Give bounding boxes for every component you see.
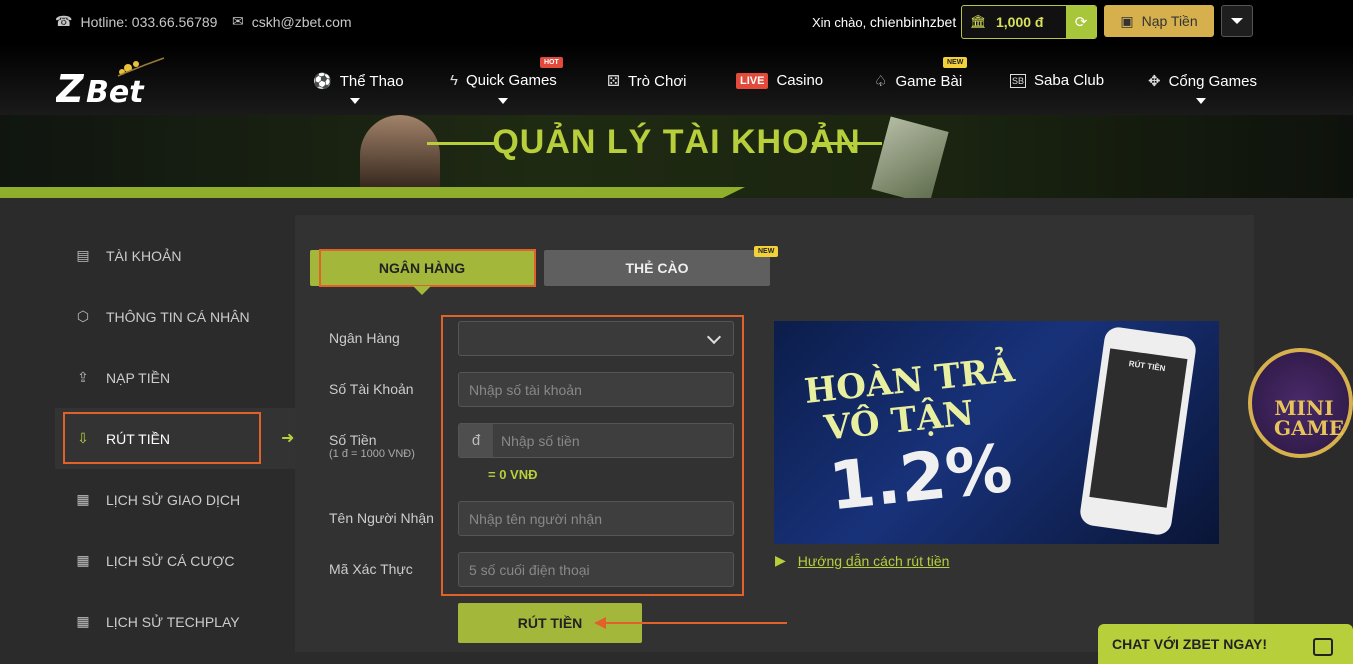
minigame-button[interactable]: MINI GAME [1248, 348, 1353, 458]
amount-label-text: Số Tiền [329, 432, 377, 448]
promo-banner: HOÀN TRẢ VÔ TẬN 1.2% RÚT TIỀN [774, 321, 1219, 544]
minigame-line2: GAME [1274, 416, 1344, 440]
nav-cong-games[interactable]: ✥ Cổng Games [1148, 72, 1257, 91]
nav-label: Game Bài [895, 72, 963, 90]
nav-label: Trò Chơi [628, 72, 687, 90]
sidebar-item-label: LỊCH SỬ GIAO DỊCH [106, 491, 241, 508]
highlight-box [63, 412, 261, 464]
phone-image: RÚT TIỀN [1078, 325, 1198, 537]
calendar-icon: ▦ [76, 552, 90, 568]
sidebar-item-lich-su-giao-dich[interactable]: ▦ LỊCH SỬ GIAO DỊCH [55, 469, 295, 530]
phone-icon: ☎ [55, 13, 73, 29]
sidebar-item-label: LỊCH SỬ TECHPLAY [106, 613, 240, 630]
amount-label: Số Tiền (1 đ = 1000 VNĐ) [329, 432, 415, 460]
nav-label: Saba Club [1034, 72, 1105, 89]
profile-icon: ⬡ [76, 308, 90, 324]
nav-label: Casino [776, 72, 824, 89]
saba-icon: SB [1010, 73, 1027, 88]
hotline-text: Hotline: 033.66.56789 [80, 13, 218, 30]
nav-label: Quick Games [465, 72, 557, 89]
chat-label: CHAT VỚI ZBET NGAY! [1112, 636, 1268, 652]
sidebar-item-label: THÔNG TIN CÁ NHÂN [106, 308, 250, 325]
receiver-label: Tên Người Nhận [329, 510, 434, 526]
sidebar-item-nap-tien[interactable]: ⇪ NẠP TIỀN [55, 347, 295, 408]
sidebar-item-lich-su-ca-cuoc[interactable]: ▦ LỊCH SỬ CÁ CƯỢC [55, 530, 295, 591]
bank-icon: 🏛 [970, 14, 987, 29]
calendar-icon: ▦ [76, 491, 90, 507]
sidebar-item-label: NẠP TIỀN [106, 369, 171, 386]
nav-saba-club[interactable]: SB Saba Club [1010, 72, 1104, 89]
account-icon: ▤ [76, 247, 90, 263]
lightning-icon: ϟ [450, 72, 458, 89]
sidebar-item-tai-khoan[interactable]: ▤ TÀI KHOẢN [55, 225, 295, 286]
highlight-box [319, 249, 536, 287]
new-badge: NEW [754, 246, 779, 257]
deposit-icon: ⇪ [77, 369, 89, 385]
mail-icon: ✉ [232, 13, 244, 29]
calendar-icon: ▦ [76, 613, 90, 629]
balance-value: 1,000 đ [996, 14, 1044, 30]
live-badge: LIVE [736, 72, 769, 89]
deposit-label: Nạp Tiền [1141, 13, 1198, 29]
tab-pointer [413, 286, 431, 295]
annotation-arrow [600, 622, 787, 624]
bank-label: Ngân Hàng [329, 330, 400, 346]
nav-casino[interactable]: LIVE Casino [736, 72, 823, 89]
nav-the-thao[interactable]: ⚽ Thể Thao [313, 72, 404, 91]
greeting-text: Xin chào, [812, 15, 867, 30]
nav-label: Thể Thao [339, 72, 404, 90]
dice-icon: ⚄ [607, 73, 621, 90]
gamepad-icon: ✥ [1148, 73, 1161, 90]
sidebar-item-label: LỊCH SỬ CÁ CƯỢC [106, 552, 235, 569]
guide-link[interactable]: ▶ Hướng dẫn cách rút tiền [775, 552, 949, 569]
soccer-ball-icon: ⚽ [313, 73, 332, 90]
sidebar-item-lich-su-techplay[interactable]: ▦ LỊCH SỬ TECHPLAY [55, 591, 295, 652]
chevron-down-icon [498, 98, 508, 104]
sidebar-item-label: TÀI KHOẢN [106, 247, 182, 264]
phone-screen: RÚT TIỀN [1089, 348, 1188, 508]
nav-quick-games[interactable]: ϟ Quick Games [450, 72, 557, 89]
tab-the-cao[interactable]: THẺ CÀO [544, 250, 770, 286]
balance-box: 🏛 1,000 đ ⟳ [961, 5, 1097, 39]
chevron-down-icon [350, 98, 360, 104]
account-dropdown-button[interactable] [1221, 5, 1253, 37]
page-title: QUẢN LÝ TÀI KHOẢN [492, 123, 861, 161]
guide-link-text[interactable]: Hướng dẫn cách rút tiền [798, 553, 950, 569]
svg-text:Bet: Bet [86, 75, 145, 108]
spade-icon: ♤ [874, 73, 888, 90]
hotline: ☎ Hotline: 033.66.56789 [55, 13, 217, 30]
svg-text:Z: Z [56, 67, 85, 108]
top-bar: ☎ Hotline: 033.66.56789 ✉ cskh@zbet.com … [0, 0, 1353, 44]
new-badge: NEW [943, 57, 968, 68]
code-label: Mã Xác Thực [329, 561, 413, 577]
highlight-box [441, 315, 744, 596]
nav-label: Cổng Games [1168, 72, 1257, 90]
deposit-button[interactable]: ▣ Nạp Tiền [1104, 5, 1214, 37]
amount-note: (1 đ = 1000 VNĐ) [329, 448, 415, 460]
greeting: Xin chào, chienbinhzbet [812, 14, 956, 30]
chat-widget[interactable]: CHAT VỚI ZBET NGAY! [1098, 624, 1353, 664]
nav-tro-choi[interactable]: ⚄ Trò Chơi [607, 72, 687, 91]
arrow-left-icon [594, 617, 606, 629]
phone-title: RÚT TIỀN [1128, 359, 1167, 374]
chevron-down-icon [1196, 98, 1206, 104]
username: chienbinhzbet [869, 14, 957, 30]
zbet-logo[interactable]: Z Bet [55, 56, 166, 113]
banner-stripe [0, 187, 745, 198]
refresh-balance-button[interactable]: ⟳ [1066, 6, 1096, 38]
email: ✉ cskh@zbet.com [232, 13, 352, 30]
nav-game-bai[interactable]: ♤ Game Bài [874, 72, 963, 91]
arrow-right-icon: ➜ [281, 430, 295, 447]
email-text: cskh@zbet.com [251, 13, 352, 30]
chat-icon [1313, 638, 1333, 656]
minigame-label: MINI GAME [1274, 398, 1344, 438]
account-label: Số Tài Khoản [329, 381, 414, 397]
sidebar-item-thong-tin[interactable]: ⬡ THÔNG TIN CÁ NHÂN [55, 286, 295, 347]
hot-badge: HOT [540, 57, 563, 68]
play-icon: ▶ [775, 552, 786, 568]
wallet-icon: ▣ [1120, 12, 1134, 29]
chevron-down-icon [1231, 18, 1243, 24]
page-banner: QUẢN LÝ TÀI KHOẢN [0, 115, 1353, 198]
